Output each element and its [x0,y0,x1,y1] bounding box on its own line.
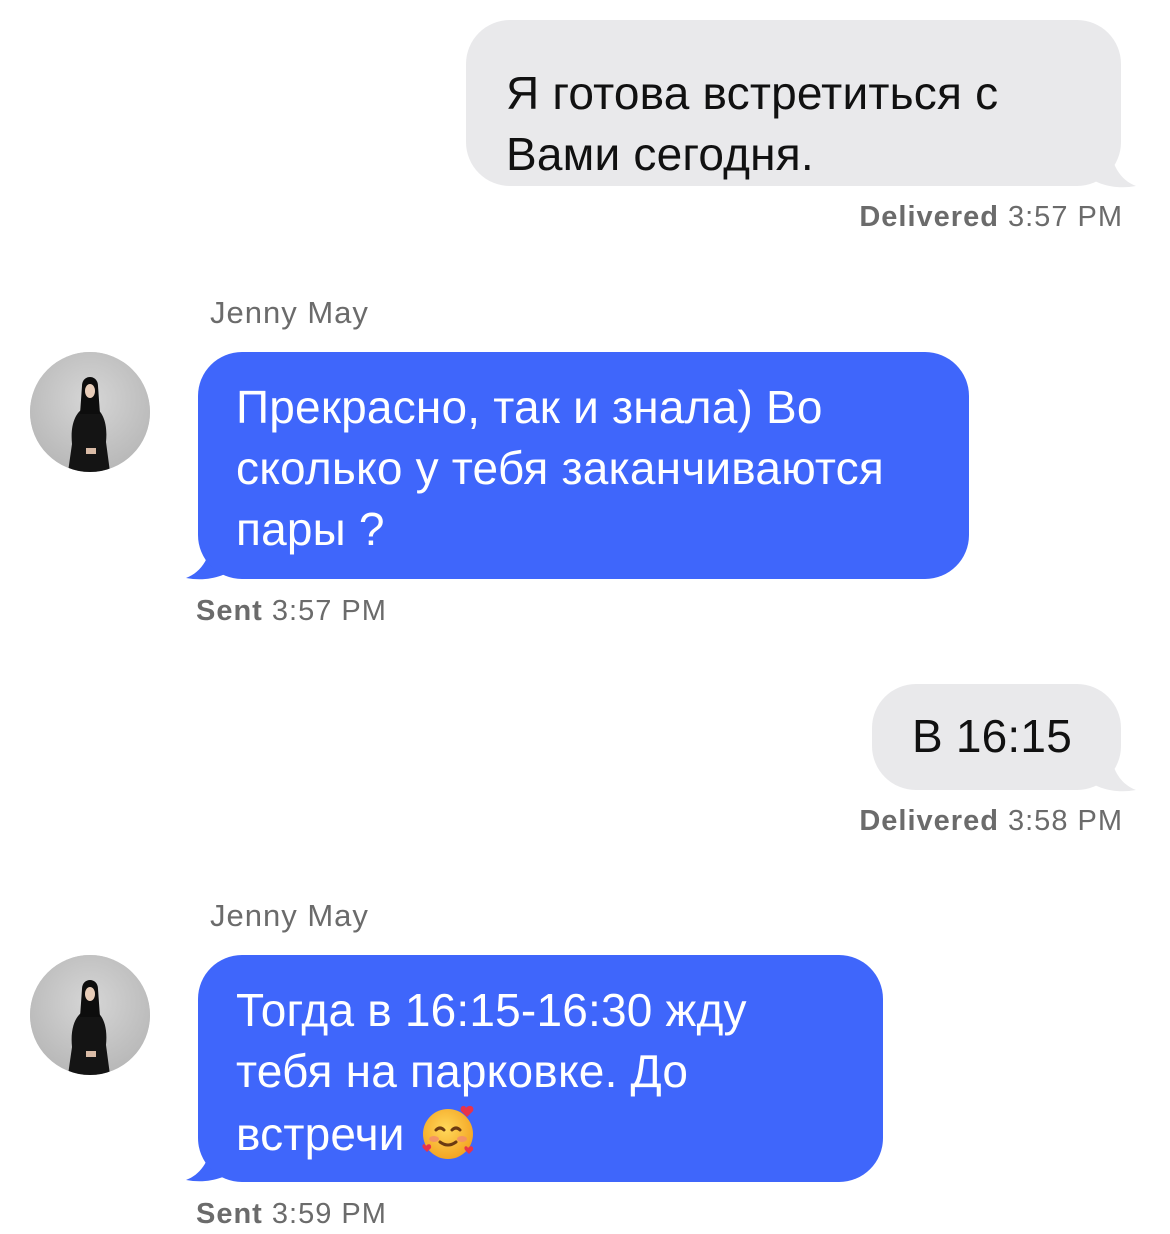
sender-name: Jenny May [210,898,369,933]
status-label: Sent [196,595,263,627]
message-text: Я готова встретиться с Вами сегодня. [506,67,999,180]
message-bubble-outgoing[interactable]: Я готова встретиться с Вами сегодня. [466,20,1121,186]
message-bubble-outgoing[interactable]: В 16:15 [872,684,1121,790]
message-bubble-incoming[interactable]: Тогда в 16:15-16:30 жду тебя на парковке… [198,955,883,1182]
message-text: В 16:15 [912,710,1072,762]
status-label: Delivered [859,805,999,837]
timestamp: 3:57 PM [271,595,387,627]
smiling-face-with-hearts-icon [422,1105,474,1159]
delivery-status: Delivered 3:57 PM [859,201,1123,234]
avatar[interactable] [30,955,150,1075]
sender-name: Jenny May [210,295,369,330]
avatar[interactable] [30,352,150,472]
delivery-status: Delivered 3:58 PM [859,805,1123,838]
delivery-status: Sent 3:57 PM [196,595,387,628]
profile-photo-icon [30,352,150,472]
message-text: Тогда в 16:15-16:30 жду тебя на парковке… [236,984,747,1160]
timestamp: 3:58 PM [1008,805,1123,837]
message-text: Прекрасно, так и знала) Во сколько у теб… [236,381,884,555]
timestamp: 3:59 PM [271,1198,387,1230]
profile-photo-icon [30,955,150,1075]
message-bubble-incoming[interactable]: Прекрасно, так и знала) Во сколько у теб… [198,352,969,579]
delivery-status: Sent 3:59 PM [196,1198,387,1231]
status-label: Sent [196,1198,263,1230]
status-label: Delivered [859,201,999,233]
timestamp: 3:57 PM [1008,201,1123,233]
